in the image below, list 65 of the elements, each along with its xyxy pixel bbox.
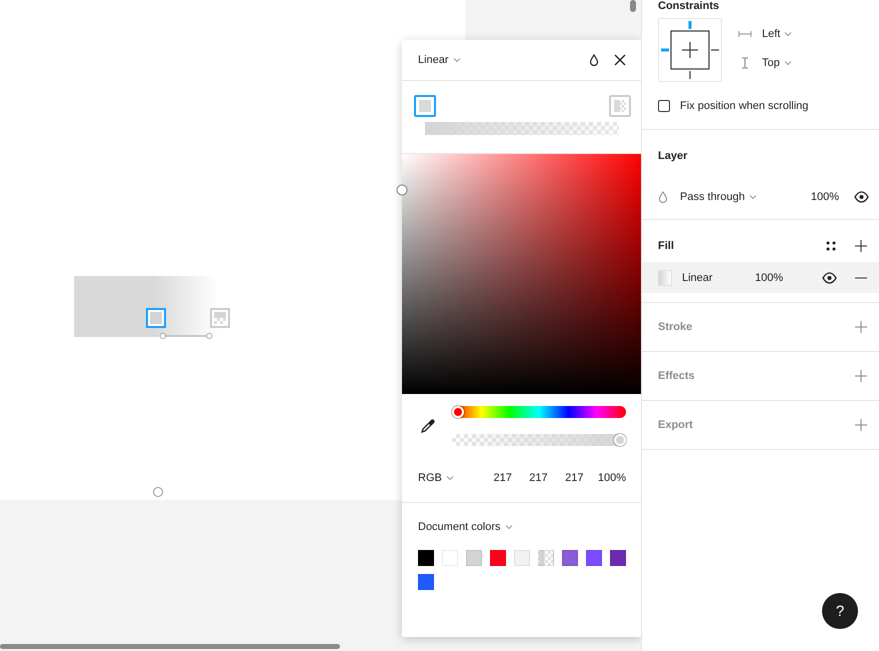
plus-icon: [855, 321, 867, 333]
plus-icon: [855, 240, 867, 252]
eyedropper-icon: [420, 418, 436, 434]
vertical-constraint-dropdown[interactable]: Top: [762, 57, 792, 69]
color-swatch[interactable]: [586, 550, 602, 566]
constraints-drawing: [659, 19, 721, 81]
eye-icon: [854, 191, 868, 203]
color-swatch[interactable]: [418, 574, 434, 590]
horizontal-constraint-dropdown[interactable]: Left: [762, 28, 792, 40]
horizontal-constraint-icon: [738, 30, 752, 38]
section-title: Constraints: [658, 0, 720, 12]
scrollbar[interactable]: [0, 644, 340, 649]
fill-type-label: Linear: [682, 272, 714, 284]
opacity-slider[interactable]: [452, 434, 626, 446]
color-value-field[interactable]: 217: [548, 472, 584, 484]
chevron-down-icon: [446, 475, 454, 481]
hue-slider[interactable]: [452, 406, 626, 418]
color-swatch[interactable]: [514, 550, 530, 566]
color-swatch[interactable]: [562, 550, 578, 566]
close-icon: [614, 54, 626, 66]
checkbox[interactable]: [658, 100, 670, 112]
chevron-down-icon: [748, 194, 757, 200]
color-swatch[interactable]: [610, 550, 626, 566]
chevron-down-icon: [504, 524, 513, 530]
gradient-stop[interactable]: [609, 95, 631, 117]
opacity-value[interactable]: 100%: [755, 272, 784, 284]
color-swatch[interactable]: [418, 550, 434, 566]
color-swatch[interactable]: [538, 550, 554, 566]
chevron-down-icon: [784, 60, 792, 66]
gradient-track[interactable]: [425, 122, 619, 135]
four-dots-icon: [826, 241, 836, 251]
color-value-field[interactable]: 217: [512, 472, 548, 484]
minus-icon: [855, 276, 867, 278]
opacity-value[interactable]: 100%: [810, 191, 839, 203]
section-title: Effects: [658, 370, 695, 382]
eye-icon: [822, 272, 836, 284]
gradient-stop-handle[interactable]: [210, 308, 230, 328]
gradient-stop[interactable]: [414, 95, 436, 117]
scrollbar[interactable]: [630, 0, 636, 12]
color-swatch[interactable]: [490, 550, 506, 566]
droplet-icon: [658, 191, 668, 203]
plus-icon: [855, 419, 867, 431]
section-title: Stroke: [658, 321, 692, 333]
document-colors-dropdown[interactable]: Document colors: [418, 521, 513, 533]
section-title: Layer: [658, 150, 688, 162]
fill-type-dropdown[interactable]: Linear: [418, 54, 461, 66]
section-title: Fill: [658, 240, 674, 252]
plus-icon: [855, 370, 867, 382]
checkbox-label: Fix position when scrolling: [680, 100, 808, 112]
droplet-icon: [589, 54, 599, 66]
saturation-brightness-area[interactable]: [402, 154, 641, 394]
color-value-field[interactable]: 217: [476, 472, 512, 484]
constraints-widget[interactable]: [658, 18, 722, 82]
color-swatch[interactable]: [466, 550, 482, 566]
slider-thumb[interactable]: [452, 406, 464, 418]
slider-thumb[interactable]: [614, 434, 626, 446]
chevron-down-icon: [784, 31, 792, 37]
color-model-dropdown[interactable]: RGB: [418, 472, 476, 484]
fill-row[interactable]: Linear 100%: [642, 262, 879, 293]
gradient-stop-handle[interactable]: [146, 308, 166, 328]
section-title: Export: [658, 419, 693, 431]
chevron-down-icon: [452, 57, 461, 63]
gradient-swatch[interactable]: [658, 270, 672, 286]
color-value-field[interactable]: 100%: [583, 472, 626, 484]
blend-mode-dropdown[interactable]: Pass through: [680, 191, 757, 203]
